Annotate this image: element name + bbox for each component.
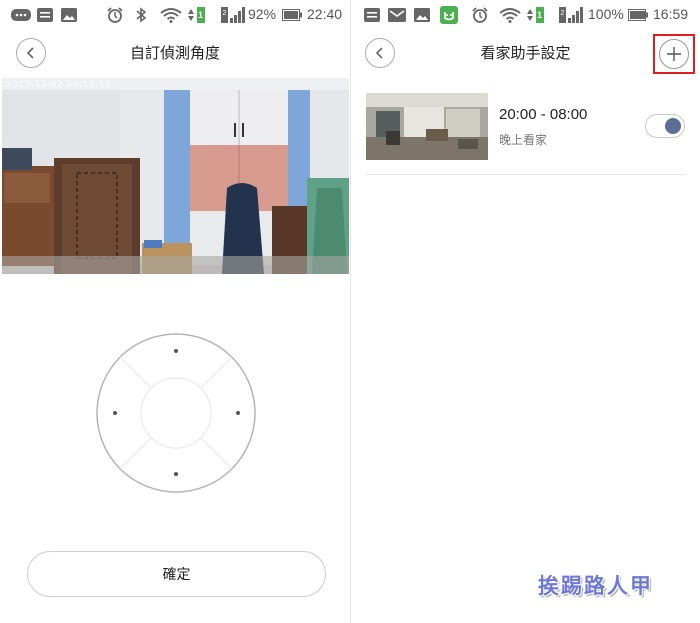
alarm-icon bbox=[106, 7, 124, 23]
confirm-button-label: 確定 bbox=[162, 567, 191, 583]
pan-left-button[interactable] bbox=[111, 409, 119, 417]
mail-icon bbox=[387, 7, 407, 23]
status-bar: 1 2 100% 16:59 bbox=[351, 0, 700, 30]
schedule-thumbnail bbox=[366, 93, 488, 160]
camera-feed-image bbox=[2, 78, 349, 274]
wifi-icon bbox=[160, 7, 182, 23]
messaging-icon bbox=[10, 7, 32, 23]
confirm-button[interactable]: 確定 bbox=[27, 551, 326, 597]
pan-right-button[interactable] bbox=[234, 409, 242, 417]
schedule-time: 20:00 - 08:00 bbox=[499, 106, 588, 123]
alarm-icon bbox=[471, 7, 489, 23]
gallery-icon bbox=[60, 7, 78, 23]
notes-icon bbox=[363, 7, 381, 23]
wifi-icon bbox=[499, 7, 521, 23]
watermark: 挨踢路人甲 bbox=[538, 573, 653, 598]
right-phone-screen: 1 2 100% 16:59 看家助手設定 20:00 - 08:00 晚上看家… bbox=[351, 0, 700, 623]
gallery-icon bbox=[413, 7, 431, 23]
signal-icon: 2 bbox=[559, 7, 583, 23]
nav-bar: 自訂偵測角度 bbox=[0, 30, 350, 76]
battery-percent: 100% bbox=[588, 6, 624, 22]
camera-preview: 2017-12-02 20:18:58 bbox=[2, 78, 349, 274]
battery-icon bbox=[282, 7, 302, 23]
wifi-badge: 1 bbox=[196, 7, 205, 23]
status-bar: 1 2 92% 22:40 bbox=[0, 0, 350, 30]
data-transfer-icon: 1 bbox=[185, 7, 205, 23]
left-phone-screen: 1 2 92% 22:40 自訂偵測角度 2017-12-02 20:18:58… bbox=[0, 0, 350, 623]
plus-icon bbox=[667, 47, 681, 61]
page-title: 看家助手設定 bbox=[480, 44, 571, 62]
data-transfer-icon: 1 bbox=[524, 7, 544, 23]
nav-bar: 看家助手設定 bbox=[351, 30, 700, 76]
page-title: 自訂偵測角度 bbox=[129, 44, 220, 62]
schedule-label: 晚上看家 bbox=[499, 133, 548, 147]
battery-percent: 92% bbox=[248, 6, 277, 22]
bluetooth-icon bbox=[134, 7, 148, 23]
add-schedule-button[interactable] bbox=[653, 34, 695, 74]
schedule-item[interactable]: 20:00 - 08:00 晚上看家 bbox=[366, 78, 686, 175]
clock: 16:59 bbox=[653, 6, 689, 22]
toggle-knob bbox=[665, 118, 681, 134]
svg-text:2: 2 bbox=[223, 10, 227, 17]
pan-up-button[interactable] bbox=[172, 347, 180, 355]
camera-timestamp: 2017-12-02 20:18:58 bbox=[6, 80, 112, 90]
signal-icon: 2 bbox=[221, 7, 245, 23]
notes-icon bbox=[36, 7, 54, 23]
clock: 22:40 bbox=[307, 6, 343, 22]
mi-home-icon bbox=[439, 6, 459, 24]
svg-text:2: 2 bbox=[561, 10, 565, 17]
direction-pad[interactable] bbox=[96, 333, 256, 493]
schedule-toggle[interactable] bbox=[645, 114, 685, 138]
pan-down-button[interactable] bbox=[172, 470, 180, 478]
battery-icon bbox=[628, 7, 648, 23]
wifi-badge: 1 bbox=[535, 7, 544, 23]
